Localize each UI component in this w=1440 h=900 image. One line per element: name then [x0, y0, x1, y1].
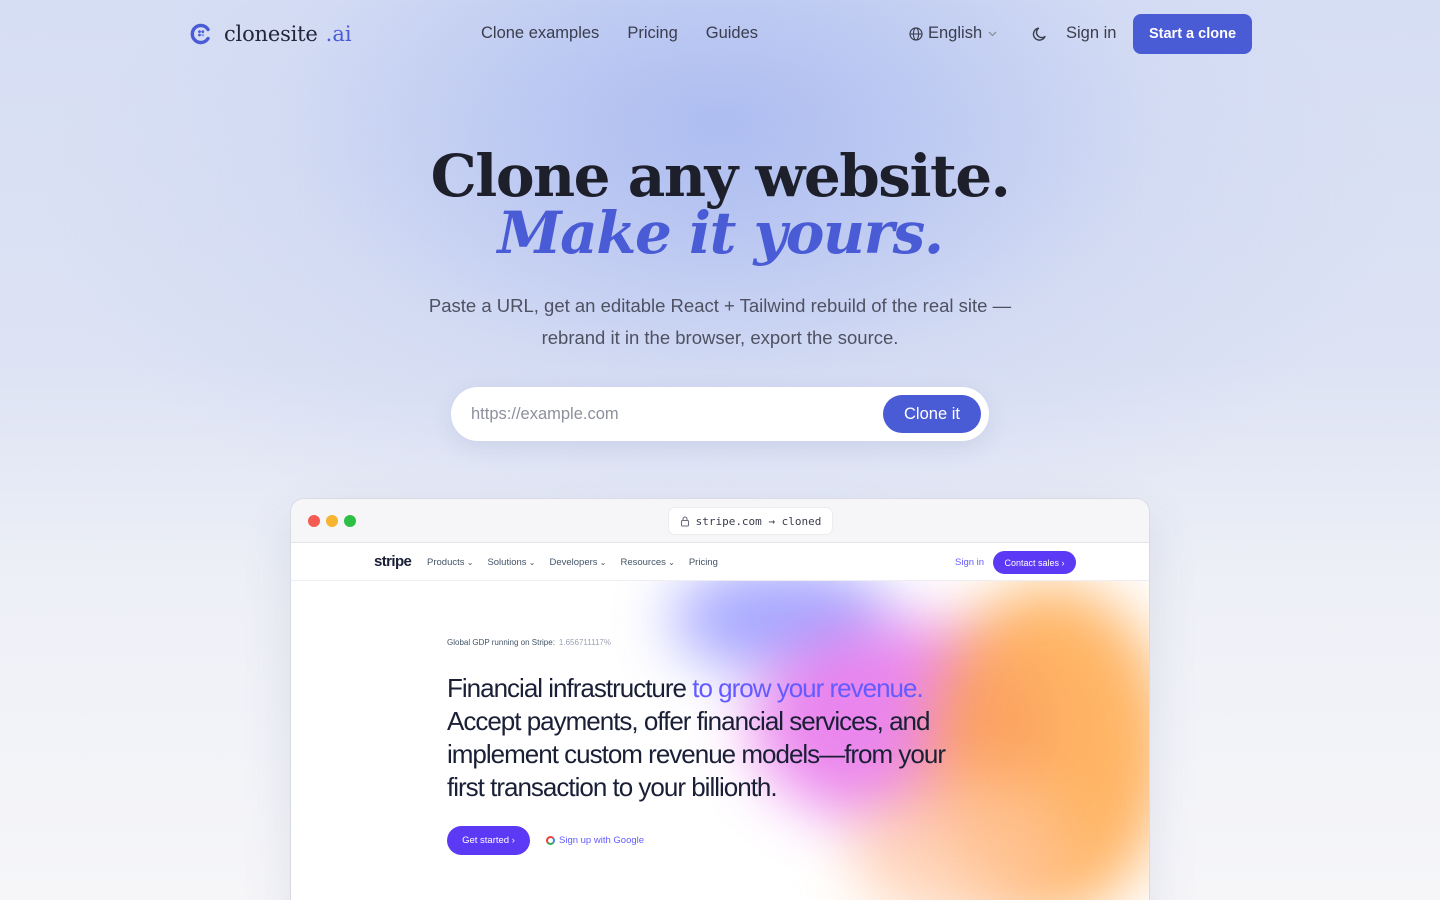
logo-text: clonesite [224, 22, 318, 46]
address-bar: stripe.com → cloned [669, 508, 832, 534]
globe-icon [909, 26, 923, 41]
nav-link-clone-examples[interactable]: Clone examples [481, 24, 599, 43]
logo-suffix: .ai [325, 22, 352, 46]
cloned-site-logo: stripe [374, 553, 412, 570]
cloned-gdp-value: 1.656711117% [558, 638, 611, 647]
nav-links: Clone examples Pricing Guides [481, 24, 758, 43]
cloned-link-developers: Developers [549, 557, 606, 568]
hero-description: Paste a URL, get an editable React + Tai… [428, 295, 1012, 348]
browser-chrome: stripe.com → cloned [291, 499, 1149, 543]
cloned-contact-button: Contact sales › [993, 551, 1076, 574]
cloned-site-nav: stripe Products Solutions Developers Res… [291, 544, 1149, 581]
maximize-dot [344, 515, 356, 527]
cloned-google-label: Sign up with Google [559, 835, 645, 846]
cloned-headline-main: Financial infrastructure [447, 673, 687, 703]
logo[interactable]: clonesite .ai [190, 20, 352, 48]
cloned-get-started-button: Get started › [447, 826, 530, 855]
cloned-headline-rest: Accept payments, offer financial service… [447, 706, 946, 802]
cloned-link-products: Products [427, 557, 473, 568]
start-clone-button[interactable]: Start a clone [1133, 14, 1252, 54]
nav-link-pricing[interactable]: Pricing [627, 24, 677, 43]
cloned-site-links: Products Solutions Developers Resources … [427, 557, 718, 568]
logo-c-icon [190, 23, 210, 45]
nav-link-guides[interactable]: Guides [706, 24, 758, 43]
moon-icon[interactable] [1031, 25, 1049, 43]
top-nav: clonesite .ai Clone examples Pricing Gui… [0, 0, 1440, 68]
cloned-site: stripe Products Solutions Developers Res… [291, 544, 1149, 900]
cloned-gdp-label: Global GDP running on Stripe: [447, 638, 555, 647]
cloned-link-resources: Resources [620, 557, 674, 568]
cloned-gdp-line: Global GDP running on Stripe: 1.656711117… [447, 638, 611, 647]
cloned-headline: Financial infrastructure to grow your re… [447, 672, 987, 804]
url-form: Clone it [451, 387, 989, 441]
clone-it-button[interactable]: Clone it [883, 395, 981, 433]
browser-preview: stripe.com → cloned stripe Products Solu… [290, 498, 1150, 900]
address-text: stripe.com → cloned [695, 514, 822, 528]
url-input[interactable] [471, 401, 871, 427]
chevron-down-icon [988, 31, 997, 36]
cloned-headline-highlight: to grow your revenue. [692, 673, 923, 703]
language-selector[interactable]: English [909, 24, 1002, 43]
cloned-link-solutions: Solutions [487, 557, 535, 568]
hero-subtitle: Make it yours. [497, 199, 944, 267]
minimize-dot [326, 515, 338, 527]
cloned-google-signup: Sign up with Google [546, 835, 644, 846]
close-dot [308, 515, 320, 527]
language-label: English [928, 24, 983, 42]
lock-icon [680, 515, 689, 527]
cloned-sign-in: Sign in [955, 557, 985, 568]
sign-in-link[interactable]: Sign in [1066, 24, 1116, 43]
google-icon [546, 836, 555, 845]
cloned-link-pricing: Pricing [688, 557, 718, 568]
